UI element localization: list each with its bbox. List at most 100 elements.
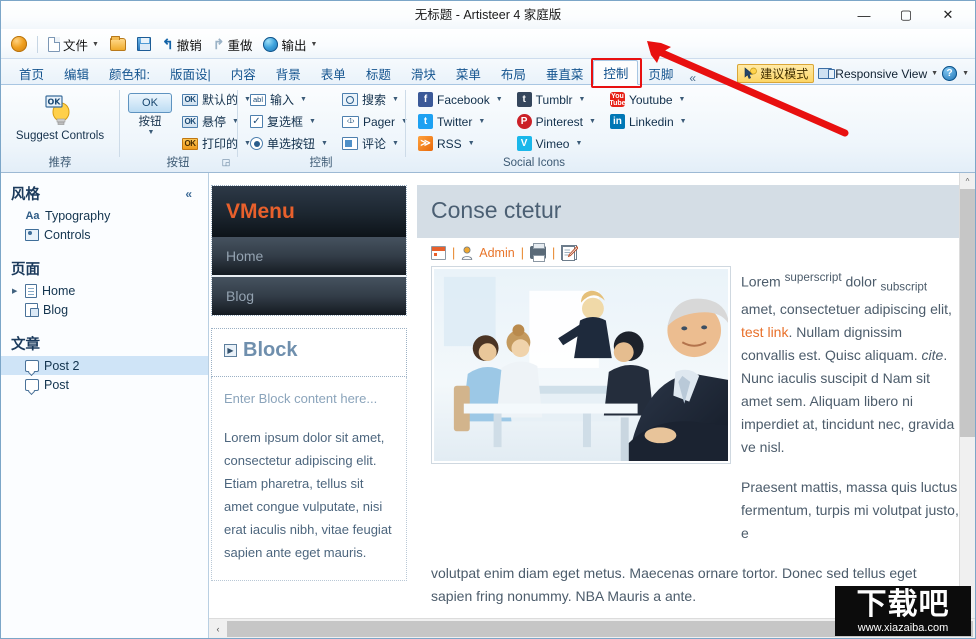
- toolbar-divider: [37, 36, 38, 53]
- hscroll-thumb[interactable]: [227, 621, 973, 637]
- twitter-button[interactable]: t Twitter ▼: [413, 111, 508, 132]
- scroll-up-arrow-icon[interactable]: ^: [960, 173, 976, 189]
- social-column-2: t Tumblr ▼ P Pinterest ▼ V Vimeo ▼: [512, 89, 601, 154]
- suggest-controls-button[interactable]: OK Suggest Controls: [12, 89, 108, 144]
- vimeo-button[interactable]: V Vimeo ▼: [512, 133, 601, 154]
- block-title: Block: [243, 339, 297, 362]
- design-canvas[interactable]: VMenu Home Blog ▶ Block Ente: [209, 173, 975, 618]
- dock-section-posts-label: 文章: [11, 333, 40, 354]
- undo-button[interactable]: ↰ 撤销: [158, 32, 206, 56]
- article-paragraph-1[interactable]: Lorem superscript dolor subscript amet, …: [741, 266, 959, 562]
- tab-footer[interactable]: 页脚: [638, 60, 683, 85]
- app-logo-button[interactable]: [7, 32, 31, 56]
- dock-item-blog[interactable]: Blog: [1, 300, 208, 319]
- suggest-mode-toggle[interactable]: 建议模式: [737, 64, 814, 83]
- globe-icon: [263, 37, 278, 52]
- chevron-down-icon: ▼: [478, 118, 485, 125]
- youtube-button[interactable]: YouTube Youtube ▼: [605, 89, 692, 110]
- site-preview: VMenu Home Blog ▶ Block Ente: [209, 173, 959, 618]
- facebook-button[interactable]: f Facebook ▼: [413, 89, 508, 110]
- scroll-left-arrow-icon[interactable]: ‹: [209, 619, 227, 639]
- tab-menu[interactable]: 菜单: [446, 60, 491, 85]
- chevron-down-icon: ▼: [392, 96, 399, 103]
- tab-edit[interactable]: 编辑: [54, 60, 99, 85]
- tab-slider[interactable]: 滑块: [401, 60, 446, 85]
- article-title-bar[interactable]: Conse ctetur: [417, 185, 959, 238]
- dock-item-post-2[interactable]: Post 2: [1, 356, 208, 375]
- article-author[interactable]: Admin: [479, 246, 514, 260]
- vmenu-item-home[interactable]: Home: [212, 237, 406, 277]
- article-flow-text[interactable]: volutpat enim diam eget metus. Maecenas …: [417, 562, 959, 618]
- edit-icon[interactable]: [561, 245, 577, 260]
- canvas-horizontal-scrollbar[interactable]: ‹: [209, 618, 975, 638]
- ribbon-group-label-suggest: 推荐: [5, 156, 115, 171]
- responsive-view-button[interactable]: Responsive View ▼: [818, 67, 938, 81]
- file-menu-button[interactable]: 文件 ▼: [44, 32, 103, 56]
- hscroll-track[interactable]: [227, 619, 975, 639]
- checkbox-control-button[interactable]: ✓ 复选框 ▼: [245, 111, 333, 132]
- search-control-button[interactable]: 搜索 ▼: [337, 89, 413, 110]
- rss-button[interactable]: ≫ RSS ▼: [413, 133, 508, 154]
- ok-hover-icon: OK: [182, 116, 198, 128]
- tab-background[interactable]: 背景: [266, 60, 311, 85]
- ok-default-icon: OK: [182, 94, 198, 106]
- tab-forms[interactable]: 表单: [311, 60, 356, 85]
- minimize-button[interactable]: —: [843, 3, 885, 27]
- vmenu-item-blog[interactable]: Blog: [212, 277, 406, 315]
- block-placeholder: Enter Block content here...: [224, 387, 394, 410]
- tab-layout-design[interactable]: 版面设|: [160, 60, 221, 85]
- chevron-down-icon: ▼: [496, 96, 503, 103]
- close-button[interactable]: ✕: [927, 3, 969, 27]
- tab-headers[interactable]: 标题: [356, 60, 401, 85]
- export-button[interactable]: 输出 ▼: [259, 32, 321, 56]
- redo-label: 重做: [227, 35, 252, 54]
- tab-vertical-menu[interactable]: 垂直菜: [536, 60, 594, 85]
- button-gallery-button[interactable]: OK 按钮 ▼: [127, 89, 173, 137]
- radio-control-button[interactable]: 单选按钮 ▼: [245, 133, 333, 154]
- undo-icon: ↰: [162, 37, 174, 51]
- block-widget-header[interactable]: ▶ Block: [211, 328, 407, 377]
- rss-icon: ≫: [418, 136, 433, 151]
- para1-test-link[interactable]: test link: [741, 324, 788, 340]
- tab-content[interactable]: 内容: [221, 60, 266, 85]
- dock-item-home[interactable]: ▶ Home: [1, 281, 208, 300]
- open-button[interactable]: [106, 32, 130, 56]
- pager-control-button[interactable]: ‹1› Pager ▼: [337, 111, 413, 132]
- chevron-down-icon[interactable]: ▼: [962, 70, 969, 77]
- dock-collapse-button[interactable]: «: [185, 187, 200, 201]
- user-icon[interactable]: [461, 246, 473, 260]
- calendar-icon[interactable]: [431, 246, 446, 260]
- redo-button[interactable]: ↱ 重做: [209, 32, 257, 56]
- collapse-ribbon-button[interactable]: «: [683, 71, 702, 85]
- tumblr-button[interactable]: t Tumblr ▼: [512, 89, 601, 110]
- tab-layout[interactable]: 布局: [491, 60, 536, 85]
- vscroll-thumb[interactable]: [960, 189, 976, 437]
- save-button[interactable]: [133, 32, 155, 56]
- linkedin-button[interactable]: in Linkedin ▼: [605, 111, 692, 132]
- chevron-down-icon: ▼: [392, 140, 399, 147]
- canvas-vertical-scrollbar[interactable]: ^: [959, 173, 975, 618]
- block-widget-body[interactable]: Enter Block content here... Lorem ipsum …: [211, 377, 407, 581]
- button-gallery-label: 按钮: [139, 116, 162, 129]
- maximize-button[interactable]: ▢: [885, 3, 927, 27]
- input-control-button[interactable]: abl 输入 ▼: [245, 89, 333, 110]
- vertical-menu-widget[interactable]: VMenu Home Blog: [211, 185, 407, 316]
- article-para-1: Lorem superscript dolor subscript amet, …: [741, 266, 959, 459]
- vscroll-track[interactable]: [960, 189, 976, 618]
- comment-control-button[interactable]: 评论 ▼: [337, 133, 413, 154]
- dock-item-controls[interactable]: Controls: [1, 225, 208, 244]
- print-icon[interactable]: [530, 246, 546, 259]
- pinterest-button[interactable]: P Pinterest ▼: [512, 111, 601, 132]
- article-meta-row: | Admin | |: [417, 238, 959, 264]
- dock-item-post[interactable]: Post: [1, 375, 208, 394]
- tab-colors[interactable]: 颜色和:: [99, 60, 160, 85]
- help-icon[interactable]: ?: [942, 66, 957, 81]
- tab-home[interactable]: 首页: [9, 60, 54, 85]
- dock-item-typography[interactable]: Aa Typography: [1, 206, 208, 225]
- article-photo[interactable]: [431, 266, 731, 464]
- block-expand-icon[interactable]: ▶: [224, 344, 237, 357]
- expand-arrow-icon[interactable]: ▶: [12, 287, 17, 295]
- tab-controls[interactable]: 控制: [593, 60, 638, 85]
- pinterest-label: Pinterest: [536, 115, 583, 129]
- dialog-launcher-icon[interactable]: ◲: [221, 157, 231, 167]
